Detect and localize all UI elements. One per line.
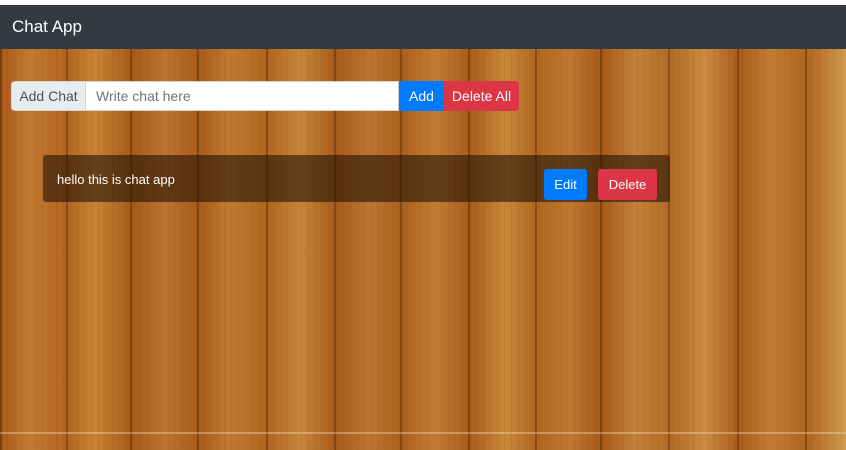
add-chat-form: Add Chat Add Delete All (11, 81, 519, 111)
navbar-brand[interactable]: Chat App (12, 17, 82, 37)
navbar: Chat App (0, 5, 846, 49)
edit-button[interactable]: Edit (544, 169, 587, 200)
add-button[interactable]: Add (399, 81, 444, 111)
delete-button[interactable]: Delete (598, 169, 657, 200)
chat-input[interactable] (85, 81, 399, 111)
chat-text: hello this is chat app (57, 172, 175, 187)
delete-all-button[interactable]: Delete All (444, 81, 519, 111)
add-chat-label: Add Chat (11, 81, 85, 111)
chat-item: hello this is chat app Edit Delete (43, 155, 670, 202)
